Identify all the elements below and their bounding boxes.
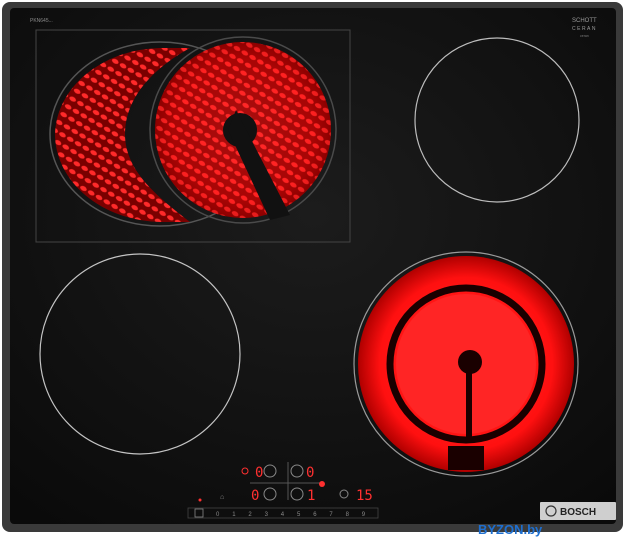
hob-photo: PKN645... SCHOTT CERAN ceran 0 0 ⌂ 0 1 1… [0, 0, 625, 550]
glass-brand-sub: ceran [580, 34, 589, 38]
zone-display-4: 1 [307, 488, 315, 504]
glass-brand-schott: SCHOTT [572, 18, 597, 24]
brand-label: BOSCH [560, 507, 596, 518]
zone-display-3: 0 [251, 488, 259, 504]
watermark: BYZON.by [478, 522, 543, 537]
ring-terminal-gap [448, 446, 484, 470]
model-label: PKN645... [30, 18, 53, 24]
ceramic-hob: PKN645... SCHOTT CERAN ceran 0 0 ⌂ 0 1 1… [0, 0, 625, 550]
status-led [198, 498, 202, 502]
glass-brand-ceran: CERAN [572, 26, 597, 32]
timer-display: 15 [356, 488, 373, 504]
active-zone-led [319, 481, 325, 487]
child-lock-icon[interactable]: ⌂ [220, 494, 224, 501]
zone-display-2: 0 [306, 465, 314, 481]
zone-display-1: 0 [255, 465, 263, 481]
inner-coil-gap [466, 368, 472, 442]
